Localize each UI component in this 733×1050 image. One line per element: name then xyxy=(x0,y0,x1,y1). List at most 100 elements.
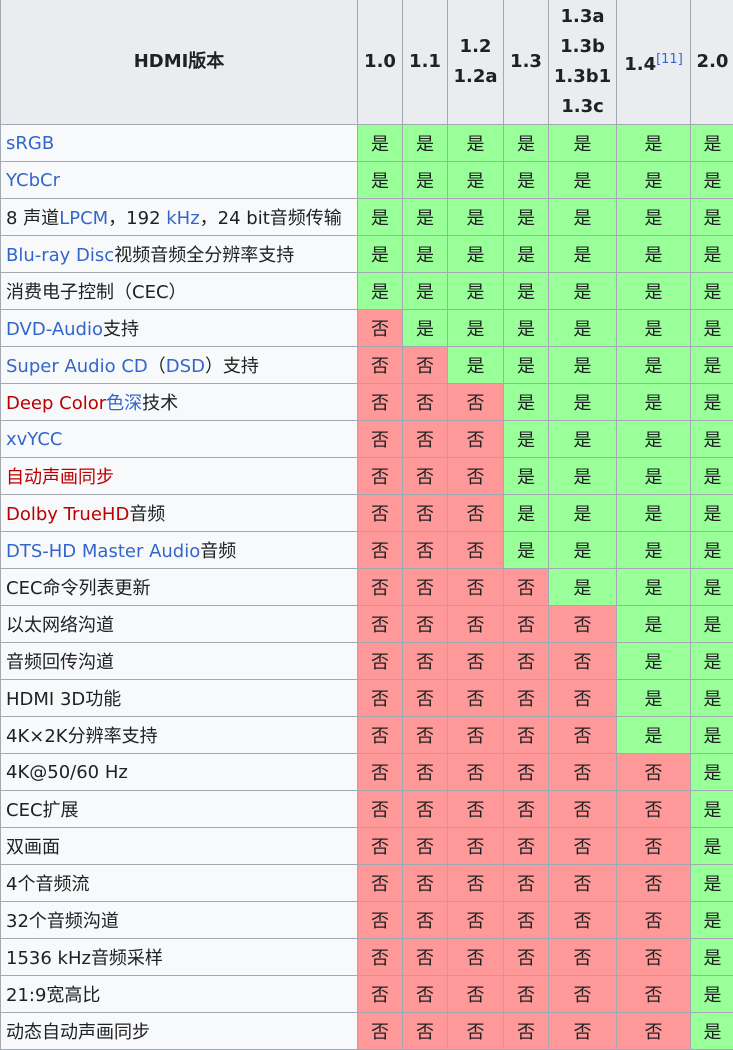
support-yes-cell: 是 xyxy=(549,569,617,606)
support-yes-cell: 是 xyxy=(617,273,691,310)
feature-link[interactable]: sRGB xyxy=(6,133,54,154)
table-row: Blu-ray Disc视频音频全分辨率支持是是是是是是是 xyxy=(1,236,733,273)
support-no-cell: 否 xyxy=(448,680,504,717)
support-no-cell: 否 xyxy=(403,495,448,532)
support-no-cell: 否 xyxy=(448,828,504,865)
version-label: 1.0 xyxy=(358,47,402,77)
support-no-cell: 否 xyxy=(403,643,448,680)
feature-link[interactable]: DSD xyxy=(166,356,205,377)
support-yes-cell: 是 xyxy=(504,421,549,458)
feature-link[interactable]: DTS-HD Master Audio xyxy=(6,541,200,562)
feature-link[interactable]: Super Audio CD xyxy=(6,356,148,377)
support-yes-cell: 是 xyxy=(504,310,549,347)
support-no-cell: 否 xyxy=(504,643,549,680)
support-yes-cell: 是 xyxy=(358,273,403,310)
citation-link[interactable]: [11] xyxy=(656,52,683,67)
support-yes-cell: 是 xyxy=(691,754,733,791)
support-yes-cell: 是 xyxy=(549,347,617,384)
feature-text: 以太网络沟道 xyxy=(6,615,114,636)
feature-redlink[interactable]: Deep Color xyxy=(6,393,106,414)
feature-name: CEC扩展 xyxy=(1,791,358,828)
support-yes-cell: 是 xyxy=(691,125,733,162)
support-no-cell: 否 xyxy=(358,495,403,532)
version-label: 1.2a xyxy=(448,62,503,92)
support-yes-cell: 是 xyxy=(617,310,691,347)
support-no-cell: 否 xyxy=(358,569,403,606)
support-no-cell: 否 xyxy=(358,421,403,458)
feature-text: 1536 kHz音频采样 xyxy=(6,948,163,969)
feature-name: HDMI 3D功能 xyxy=(1,680,358,717)
version-header: 1.1 xyxy=(403,0,448,125)
support-no-cell: 否 xyxy=(403,421,448,458)
feature-link[interactable]: YCbCr xyxy=(6,170,60,191)
support-no-cell: 否 xyxy=(504,1013,549,1050)
feature-redlink[interactable]: 自动声画同步 xyxy=(6,467,114,488)
support-yes-cell: 是 xyxy=(691,791,733,828)
support-no-cell: 否 xyxy=(617,976,691,1013)
support-no-cell: 否 xyxy=(504,865,549,902)
support-yes-cell: 是 xyxy=(691,717,733,754)
feature-link[interactable]: kHz xyxy=(166,208,199,229)
support-no-cell: 否 xyxy=(549,939,617,976)
support-no-cell: 否 xyxy=(549,791,617,828)
support-no-cell: 否 xyxy=(448,717,504,754)
table-row: Dolby TrueHD音频否否否是是是是 xyxy=(1,495,733,532)
support-yes-cell: 是 xyxy=(691,976,733,1013)
feature-name: sRGB xyxy=(1,125,358,162)
support-yes-cell: 是 xyxy=(504,532,549,569)
feature-name: 1536 kHz音频采样 xyxy=(1,939,358,976)
table-row: 以太网络沟道否否否否否是是 xyxy=(1,606,733,643)
feature-name: Dolby TrueHD音频 xyxy=(1,495,358,532)
table-row: 21:9宽高比否否否否否否是 xyxy=(1,976,733,1013)
version-label: 1.3c xyxy=(549,92,616,122)
feature-redlink[interactable]: Dolby TrueHD xyxy=(6,504,129,525)
support-no-cell: 否 xyxy=(549,828,617,865)
support-no-cell: 否 xyxy=(504,606,549,643)
version-header: 1.3a1.3b1.3b11.3c xyxy=(549,0,617,125)
feature-name: 动态自动声画同步 xyxy=(1,1013,358,1050)
support-yes-cell: 是 xyxy=(617,125,691,162)
support-no-cell: 否 xyxy=(549,754,617,791)
feature-link[interactable]: Blu-ray Disc xyxy=(6,245,114,266)
support-no-cell: 否 xyxy=(403,791,448,828)
feature-text: 4个音频流 xyxy=(6,874,89,895)
version-header: 1.0 xyxy=(358,0,403,125)
feature-link[interactable]: xvYCC xyxy=(6,429,62,450)
support-yes-cell: 是 xyxy=(617,236,691,273)
support-yes-cell: 是 xyxy=(617,384,691,421)
support-no-cell: 否 xyxy=(403,902,448,939)
version-header: 1.4[11] xyxy=(617,0,691,125)
support-yes-cell: 是 xyxy=(504,384,549,421)
feature-name: 8 声道LPCM，192 kHz，24 bit音频传输 xyxy=(1,199,358,236)
feature-link[interactable]: DVD-Audio xyxy=(6,319,103,340)
feature-name: DVD-Audio支持 xyxy=(1,310,358,347)
feature-name: 音频回传沟道 xyxy=(1,643,358,680)
feature-link[interactable]: 色深 xyxy=(106,393,142,414)
feature-name: 4个音频流 xyxy=(1,865,358,902)
feature-name: 双画面 xyxy=(1,828,358,865)
feature-text: 支持 xyxy=(103,319,139,340)
support-no-cell: 否 xyxy=(448,421,504,458)
support-no-cell: 否 xyxy=(403,680,448,717)
table-body: sRGB是是是是是是是YCbCr是是是是是是是8 声道LPCM，192 kHz，… xyxy=(1,125,733,1050)
feature-name: YCbCr xyxy=(1,162,358,199)
support-no-cell: 否 xyxy=(358,791,403,828)
feature-link[interactable]: LPCM xyxy=(59,208,108,229)
version-label: 1.3a xyxy=(549,2,616,32)
support-yes-cell: 是 xyxy=(691,606,733,643)
support-no-cell: 否 xyxy=(358,865,403,902)
support-no-cell: 否 xyxy=(403,828,448,865)
support-yes-cell: 是 xyxy=(549,421,617,458)
support-no-cell: 否 xyxy=(403,384,448,421)
support-yes-cell: 是 xyxy=(549,125,617,162)
support-no-cell: 否 xyxy=(448,495,504,532)
support-yes-cell: 是 xyxy=(549,273,617,310)
support-yes-cell: 是 xyxy=(617,495,691,532)
table-header-row: HDMI版本 1.01.11.21.2a1.31.3a1.3b1.3b11.3c… xyxy=(1,0,733,125)
support-no-cell: 否 xyxy=(448,939,504,976)
support-yes-cell: 是 xyxy=(403,199,448,236)
support-no-cell: 否 xyxy=(403,754,448,791)
support-yes-cell: 是 xyxy=(504,236,549,273)
support-yes-cell: 是 xyxy=(617,199,691,236)
support-no-cell: 否 xyxy=(358,828,403,865)
